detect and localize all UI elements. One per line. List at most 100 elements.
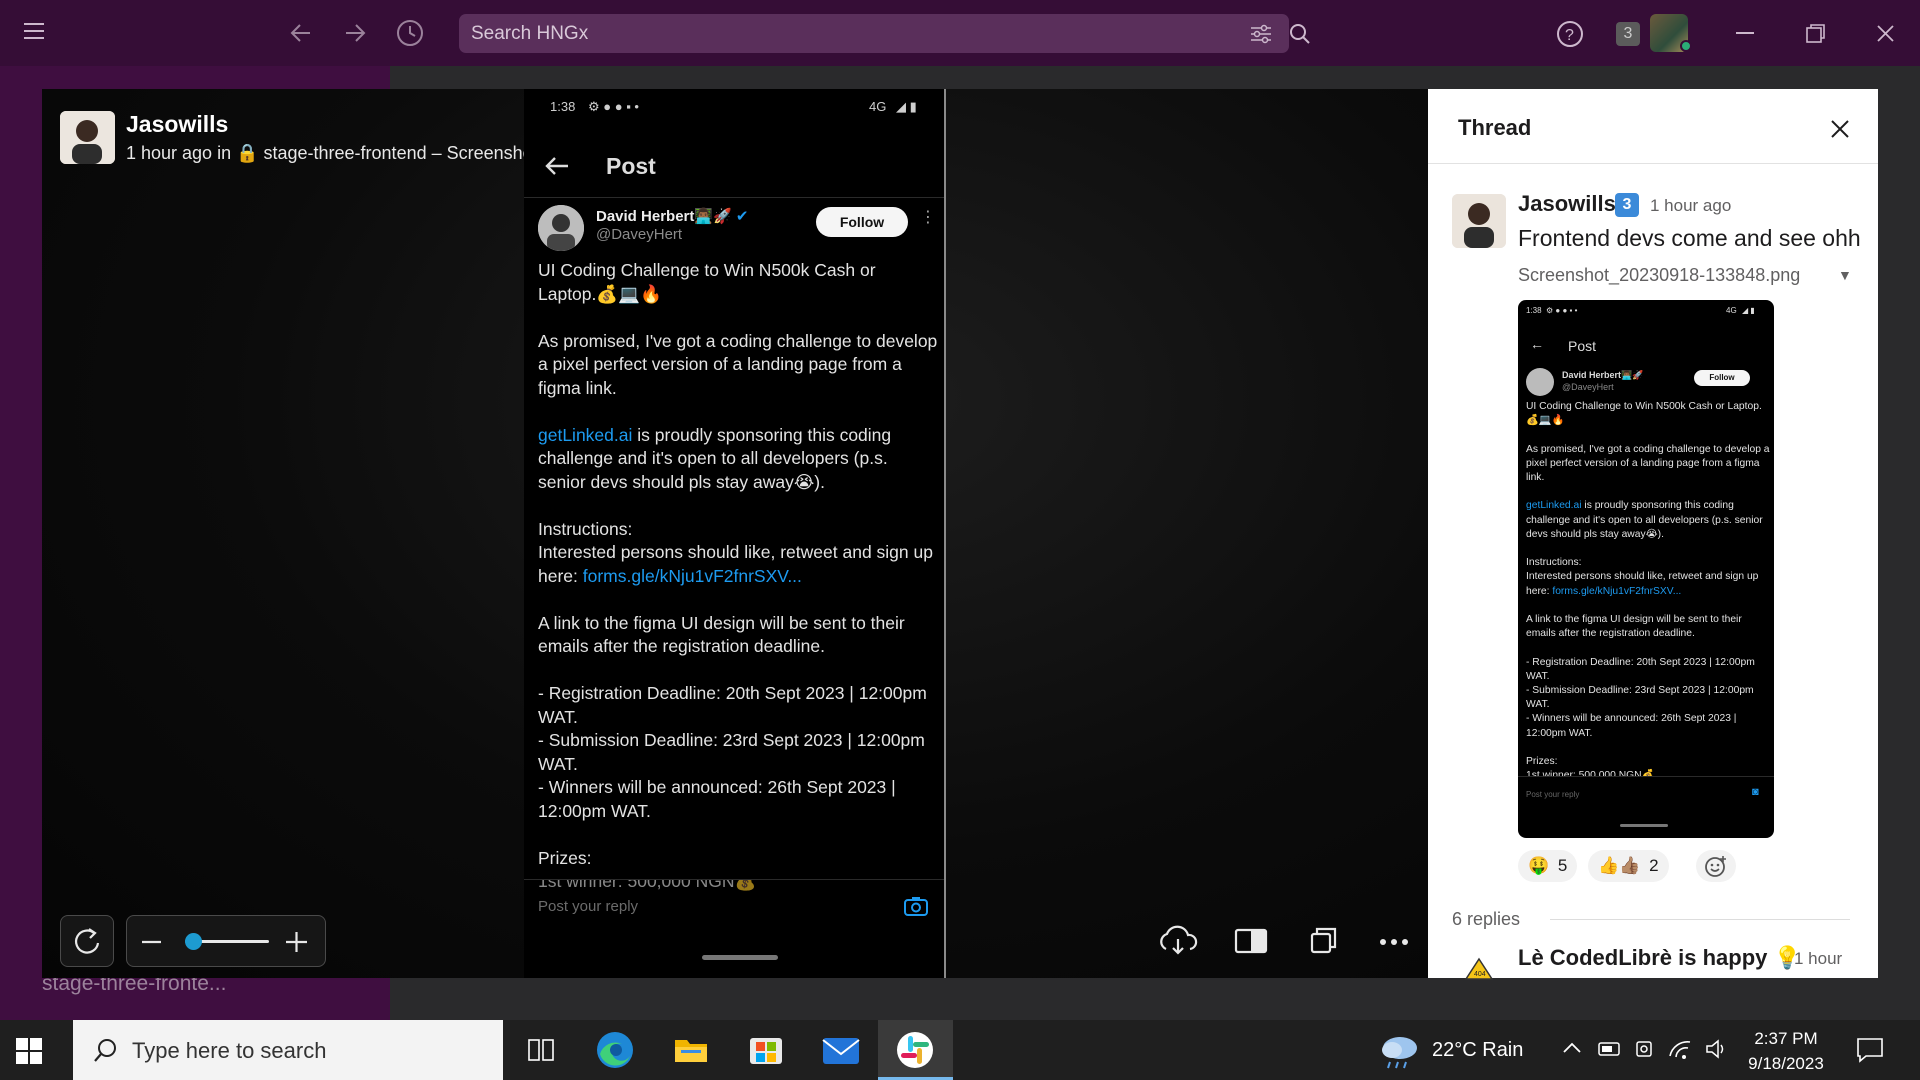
minimize-icon[interactable]	[1736, 32, 1756, 36]
workspace-badge[interactable]: 3	[1616, 22, 1640, 46]
thread-header-divider	[1428, 163, 1878, 164]
mini-post-title: Post	[1568, 338, 1597, 354]
message-author-avatar[interactable]	[1452, 194, 1506, 248]
message-text: Frontend devs come and see ohh	[1518, 225, 1861, 251]
mini-camera-icon: ◙	[1752, 786, 1759, 798]
taskbar-search-placeholder: Type here to search	[132, 1038, 327, 1063]
weather-text[interactable]: 22°C Rain	[1432, 1039, 1523, 1062]
reaction-count: 5	[1557, 856, 1568, 875]
edge-browser-icon[interactable]	[578, 1020, 653, 1080]
mini-tweet-paragraph-2: As promised, I've got a coding challenge…	[1526, 443, 1773, 484]
copy-icon[interactable]	[1296, 915, 1348, 967]
mini-network: 4G	[1726, 306, 1737, 315]
add-reaction-icon[interactable]	[1696, 850, 1736, 882]
microsoft-store-icon[interactable]	[728, 1020, 803, 1080]
rotate-button[interactable]	[60, 915, 114, 967]
chevron-down-icon[interactable]: ▼	[1838, 267, 1852, 283]
close-icon[interactable]	[1826, 115, 1854, 143]
reply-author-name[interactable]: Lè CodedLibrè is happy 💡	[1518, 945, 1801, 971]
phone-reply-placeholder: Post your reply	[538, 898, 639, 915]
weather-rain-icon[interactable]	[1378, 1032, 1422, 1070]
forward-arrow-icon[interactable]	[342, 20, 368, 46]
zoom-control[interactable]	[126, 915, 326, 967]
menu-icon[interactable]	[24, 22, 46, 40]
tweet-author-avatar	[538, 205, 584, 251]
chevron-up-icon[interactable]	[1562, 1040, 1582, 1056]
task-view-icon[interactable]	[503, 1020, 578, 1080]
mini-home-indicator	[1620, 824, 1668, 827]
more-options-icon[interactable]	[1368, 915, 1420, 967]
tweet-paragraph-1: UI Coding Challenge to Win N500k Cash or…	[538, 260, 881, 304]
tweet-follow-button: Follow	[816, 207, 908, 237]
wifi-icon[interactable]	[1668, 1038, 1692, 1060]
mini-status-icons: ⚙ ● ● ▪ •	[1546, 306, 1578, 315]
download-icon[interactable]	[1152, 915, 1204, 967]
battery-icon[interactable]	[1598, 1040, 1622, 1058]
verified-badge-icon: ✔	[735, 208, 749, 225]
author-avatar[interactable]	[60, 111, 115, 164]
restore-icon[interactable]	[1806, 24, 1826, 44]
mini-tweet-paragraph-6: - Registration Deadline: 20th Sept 2023 …	[1526, 656, 1755, 739]
phone-battery-icon: ◢ ▮	[896, 99, 917, 114]
toggle-panel-icon[interactable]	[1224, 915, 1276, 967]
replies-divider	[1550, 919, 1850, 920]
taskbar-search-box[interactable]: Type here to search	[73, 1020, 503, 1080]
filter-icon[interactable]	[1250, 24, 1272, 44]
clock-time: 2:37 PM	[1754, 1029, 1818, 1048]
phone-header-divider	[524, 197, 944, 198]
mini-reply-placeholder: Post your reply	[1526, 790, 1580, 799]
author-status-badge: 3	[1615, 193, 1639, 217]
message-timestamp[interactable]: 1 hour ago	[1650, 196, 1731, 216]
phone-home-indicator	[702, 955, 778, 960]
help-icon[interactable]: ?	[1556, 20, 1584, 48]
search-icon	[93, 1038, 119, 1064]
volume-icon[interactable]	[1704, 1038, 1728, 1060]
reply-timestamp[interactable]: 1 hour	[1794, 949, 1842, 969]
phone-status-icons: ⚙ ● ● ▪ •	[588, 99, 639, 114]
history-clock-icon[interactable]	[396, 19, 424, 47]
tweet-link-form: forms.gle/kNju1vF2fnrSXV...	[582, 565, 802, 586]
reaction-money-face[interactable]: 🤑 5	[1518, 850, 1578, 882]
reaction-emoji: 👍👍🏽	[1598, 856, 1641, 875]
mini-tweet-body: UI Coding Challenge to Win N500k Cash or…	[1526, 400, 1770, 783]
attachment-file-name[interactable]: Screenshot_20230918-133848.png	[1518, 265, 1800, 286]
reply-author-avatar[interactable]: 404	[1464, 957, 1494, 981]
zoom-in-icon[interactable]	[285, 931, 309, 953]
meet-now-icon[interactable]	[1634, 1039, 1656, 1059]
phone-screenshot: 1:38 ⚙ ● ● ▪ • 4G ◢ ▮ Post David Herbert…	[524, 89, 946, 978]
phone-status-time: 1:38	[550, 99, 576, 114]
mini-tweet-link-form: forms.gle/kNju1vF2fnrSXV...	[1552, 585, 1682, 597]
mail-icon[interactable]	[803, 1020, 878, 1080]
thread-panel: Thread Jasowills 3 1 hour ago Frontend d…	[1428, 89, 1878, 981]
attachment-thumbnail[interactable]: 1:38 ⚙ ● ● ▪ • 4G ◢ ▮ ← Post David Herbe…	[1518, 300, 1774, 838]
image-viewer: Jasowills 1 hour ago in 🔒 stage-three-fr…	[42, 89, 1428, 978]
online-status-dot	[1680, 40, 1692, 52]
tweet-more-icon: ⋮	[920, 209, 936, 226]
tweet-author-name-text: David Herbert👨🏾‍💻🚀	[596, 208, 732, 225]
tweet-paragraph-5: A link to the figma UI design will be se…	[538, 612, 910, 657]
mini-follow-button: Follow	[1694, 370, 1750, 386]
replies-count: 6 replies	[1452, 909, 1521, 929]
mini-tweet-paragraph-5: A link to the figma UI design will be se…	[1526, 614, 1745, 640]
zoom-slider-thumb[interactable]	[185, 933, 203, 950]
phone-network: 4G	[869, 99, 887, 114]
thread-title: Thread	[1458, 115, 1532, 140]
mini-battery-icon: ◢ ▮	[1742, 306, 1755, 315]
zoom-out-icon[interactable]	[141, 932, 163, 952]
viewer-author-name[interactable]: Jasowills	[126, 111, 228, 138]
phone-back-arrow-icon	[544, 155, 570, 177]
taskbar-clock[interactable]: 2:37 PM 9/18/2023	[1738, 1026, 1834, 1076]
message-author-name[interactable]: Jasowills	[1518, 191, 1616, 217]
search-icon[interactable]	[1289, 23, 1311, 45]
slack-search-bar[interactable]: Search HNGx	[459, 14, 1310, 53]
notification-center-icon[interactable]	[1856, 1037, 1884, 1063]
windows-start-icon[interactable]	[14, 1036, 44, 1066]
reaction-thumbs-up[interactable]: 👍👍🏽 2	[1588, 850, 1669, 882]
slack-app-icon[interactable]	[878, 1020, 953, 1080]
reaction-count: 2	[1649, 856, 1659, 875]
tweet-author-handle: @DaveyHert	[596, 226, 683, 243]
close-window-icon[interactable]	[1876, 24, 1896, 44]
phone-reply-bar: Post your reply	[524, 879, 944, 933]
file-explorer-icon[interactable]	[653, 1020, 728, 1080]
back-arrow-icon[interactable]	[288, 20, 314, 46]
